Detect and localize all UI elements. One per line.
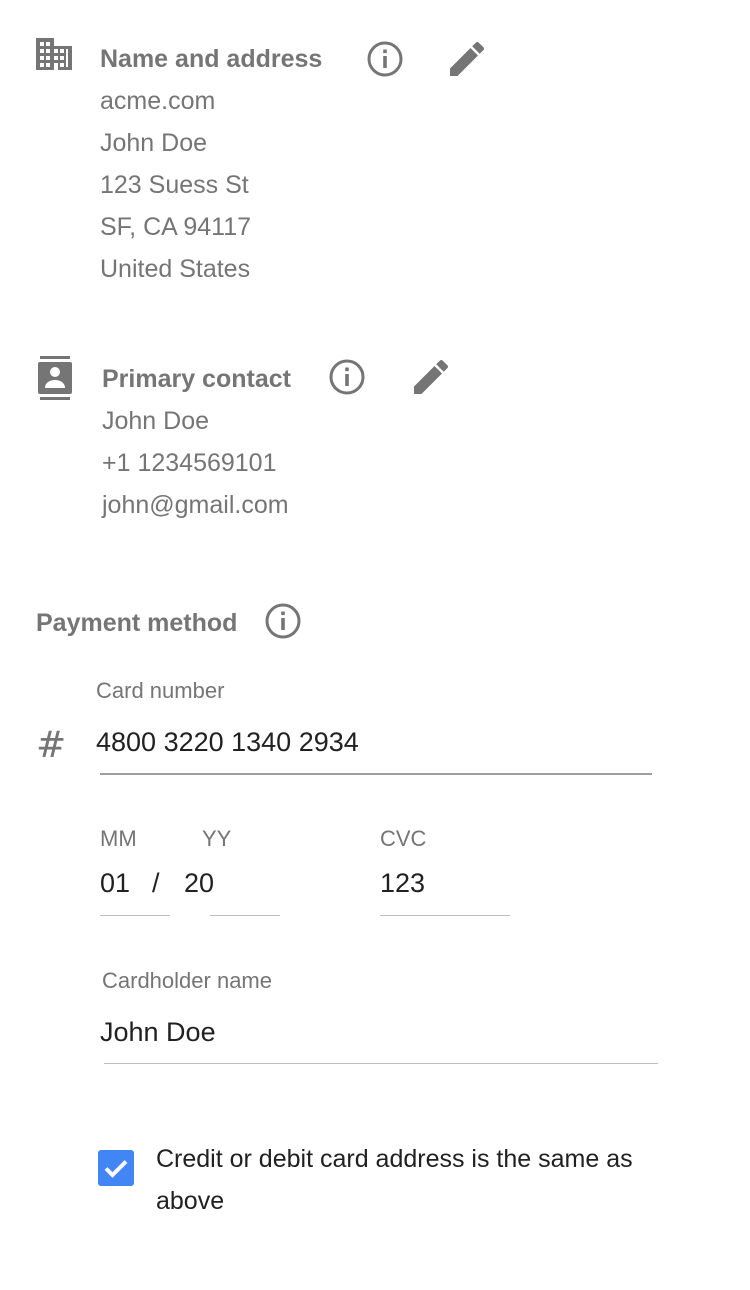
- cvc-label: CVC: [380, 826, 427, 851]
- expiry-year-underline: [210, 915, 280, 916]
- cardholder-name-input[interactable]: John Doe: [100, 1016, 216, 1048]
- card-number-label: Card number: [96, 678, 225, 703]
- cvc-input[interactable]: 123: [380, 867, 425, 899]
- info-icon[interactable]: [366, 40, 404, 78]
- building-icon: [36, 38, 72, 70]
- name-address-line: 123 Suess St: [100, 171, 249, 199]
- expiry-year-input[interactable]: 20: [184, 867, 214, 899]
- cardholder-name-label: Cardholder name: [102, 968, 272, 993]
- name-address-line: acme.com: [100, 87, 216, 115]
- expiry-separator: /: [152, 868, 160, 898]
- info-icon[interactable]: [328, 358, 366, 396]
- contact-card-icon: [38, 356, 72, 400]
- checkmark-icon: [104, 1160, 128, 1178]
- same-address-checkbox[interactable]: [98, 1150, 134, 1186]
- pencil-icon[interactable]: [450, 42, 484, 76]
- card-number-input[interactable]: 4800 3220 1340 2934: [96, 726, 359, 758]
- expiry-year-label: YY: [202, 826, 232, 851]
- cardholder-name-underline: [104, 1063, 658, 1064]
- name-address-line: SF, CA 94117: [100, 213, 252, 241]
- same-address-label[interactable]: Credit or debit card address is the same…: [156, 1138, 676, 1222]
- expiry-month-underline: [100, 915, 170, 916]
- card-number-underline: [100, 773, 652, 775]
- name-address-line: United States: [100, 255, 251, 283]
- info-icon[interactable]: [264, 602, 302, 640]
- payment-method-title: Payment method: [36, 609, 238, 637]
- primary-contact-line: +1 1234569101: [102, 449, 277, 477]
- expiry-month-input[interactable]: 01: [100, 867, 130, 899]
- primary-contact-line: John Doe: [102, 407, 210, 435]
- name-address-title: Name and address: [100, 45, 323, 73]
- cvc-underline: [380, 915, 510, 916]
- pencil-icon[interactable]: [414, 360, 448, 394]
- primary-contact-title: Primary contact: [102, 365, 291, 393]
- hash-icon: #: [36, 725, 67, 766]
- name-address-line: John Doe: [100, 129, 208, 157]
- expiry-month-label: MM: [100, 826, 137, 851]
- primary-contact-line: john@gmail.com: [102, 491, 289, 519]
